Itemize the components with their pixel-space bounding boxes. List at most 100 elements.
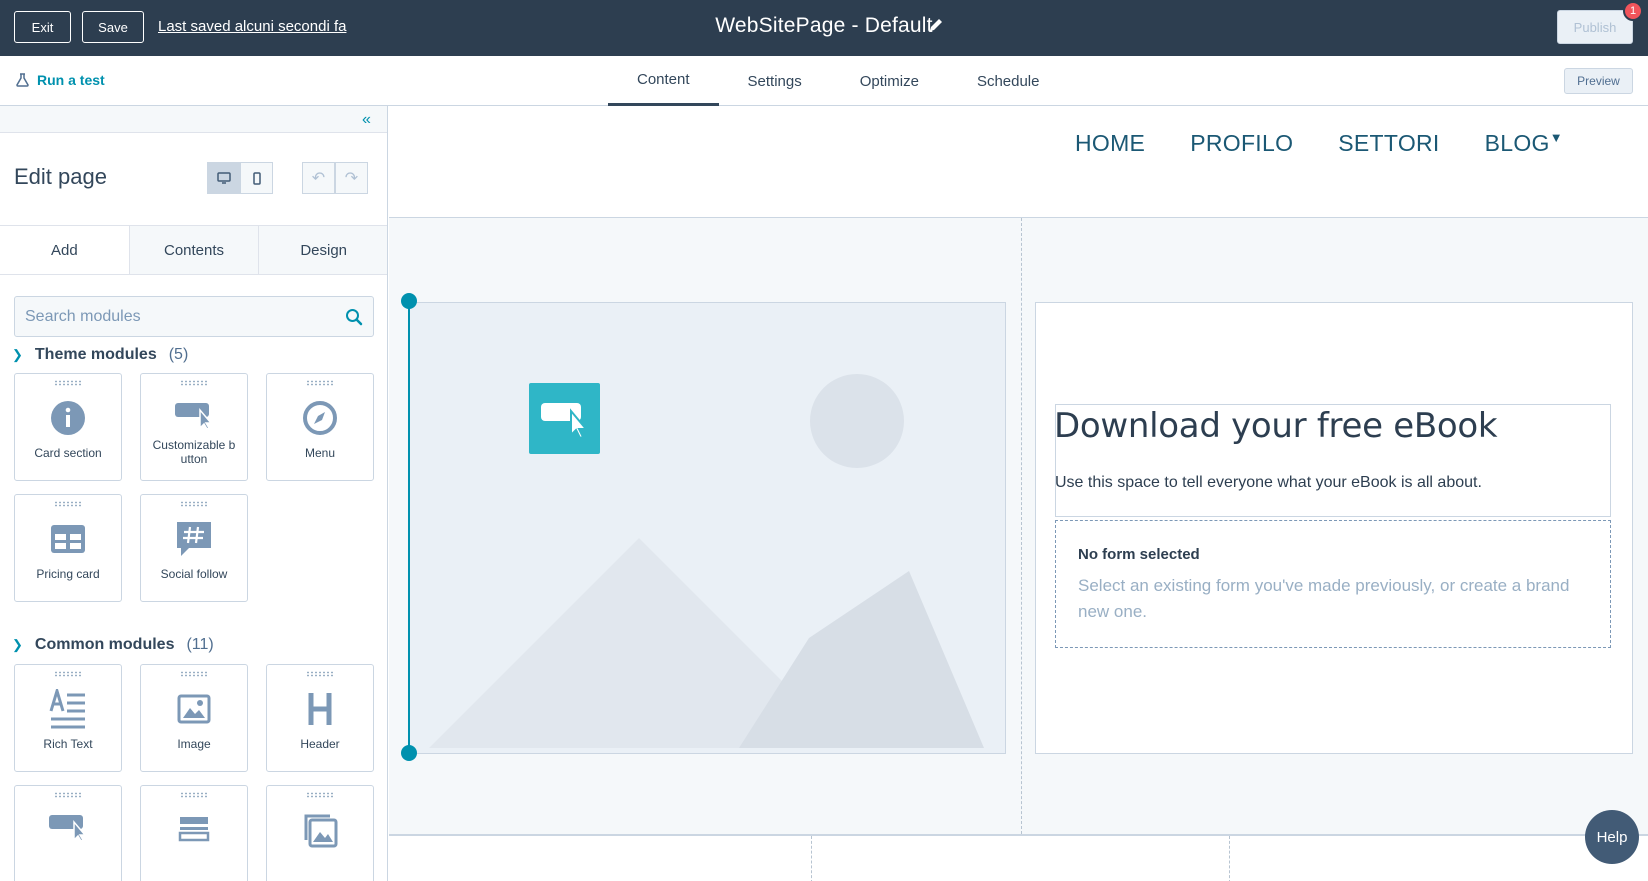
chevron-down-icon: ❯ xyxy=(12,347,23,362)
tab-schedule[interactable]: Schedule xyxy=(948,56,1069,106)
redo-button[interactable]: ↷ xyxy=(335,162,368,194)
nav-item-profilo[interactable]: PROFILO xyxy=(1190,130,1293,157)
help-button[interactable]: Help xyxy=(1585,810,1639,864)
run-test-link[interactable]: Run a test xyxy=(16,72,105,88)
tab-optimize[interactable]: Optimize xyxy=(831,56,948,106)
module-search xyxy=(14,296,374,337)
module-card-gallery[interactable] xyxy=(266,785,374,881)
module-card-social-follow[interactable]: Social follow xyxy=(140,494,248,602)
sidebar-collapse-bar: « xyxy=(0,106,387,133)
module-card-rich-text[interactable]: Rich Text xyxy=(14,664,122,772)
sidebar-title: Edit page xyxy=(14,164,107,189)
resize-handle-bottom[interactable] xyxy=(401,745,417,761)
nav-item-blog[interactable]: BLOG▼ xyxy=(1485,130,1563,157)
drag-grip-icon xyxy=(54,380,82,386)
pencil-icon[interactable] xyxy=(928,17,944,33)
module-card-form[interactable] xyxy=(140,785,248,881)
button-cursor-icon xyxy=(49,815,87,842)
tab-content[interactable]: Content xyxy=(608,56,719,106)
drag-grip-icon xyxy=(306,792,334,798)
module-label: Customizable b utton xyxy=(152,438,236,466)
image-placeholder-illustration xyxy=(409,303,1005,753)
device-toggle xyxy=(207,162,273,194)
section-count: (5) xyxy=(168,346,189,363)
drag-grip-icon xyxy=(306,671,334,677)
search-input[interactable] xyxy=(25,307,345,326)
site-nav: HOME PROFILO SETTORI BLOG▼ xyxy=(1075,130,1563,157)
page-title: WebSitePage - Default xyxy=(715,14,933,37)
module-label: Pricing card xyxy=(36,567,100,581)
nav-item-blog-label: BLOG xyxy=(1484,130,1550,156)
mobile-view-button[interactable] xyxy=(240,162,273,194)
form-empty-title: No form selected xyxy=(1078,546,1200,563)
flask-icon xyxy=(16,73,29,87)
module-card-card-section[interactable]: Card section xyxy=(14,373,122,481)
theme-modules-header[interactable]: ❯ Theme modules (5) xyxy=(12,346,188,364)
undo-button[interactable]: ↶ xyxy=(302,162,335,194)
nav-item-home[interactable]: HOME xyxy=(1075,130,1145,157)
nav-item-settori[interactable]: SETTORI xyxy=(1338,130,1439,157)
image-module-placeholder[interactable] xyxy=(408,302,1006,754)
compass-icon xyxy=(303,401,337,435)
chevron-down-icon: ❯ xyxy=(12,637,23,652)
preview-button[interactable]: Preview xyxy=(1564,68,1633,94)
header-icon xyxy=(308,693,332,725)
undo-redo-group: ↶ ↷ xyxy=(302,162,368,194)
resize-handle-top[interactable] xyxy=(401,293,417,309)
sidebar-tabs: Add Contents Design xyxy=(0,225,387,275)
module-card-button[interactable] xyxy=(14,785,122,881)
module-card-customizable-button[interactable]: Customizable b utton xyxy=(140,373,248,481)
module-card-image[interactable]: Image xyxy=(140,664,248,772)
rich-text-icon xyxy=(49,689,85,729)
column-divider xyxy=(811,836,812,881)
button-cursor-icon xyxy=(175,403,213,430)
pricing-table-icon xyxy=(51,525,85,553)
module-label: Rich Text xyxy=(43,737,93,751)
desktop-view-button[interactable] xyxy=(207,162,240,194)
desktop-icon xyxy=(216,172,231,184)
sidebar-tab-contents[interactable]: Contents xyxy=(128,226,259,274)
section-count: (11) xyxy=(186,636,214,653)
drag-grip-icon xyxy=(180,671,208,677)
drag-grip-icon xyxy=(180,380,208,386)
module-card-header[interactable]: Header xyxy=(266,664,374,772)
hashtag-bubble-icon xyxy=(177,522,211,556)
module-label: Card section xyxy=(34,446,102,460)
double-chevron-left-icon[interactable]: « xyxy=(362,111,371,129)
common-modules-header[interactable]: ❯ Common modules (11) xyxy=(12,636,214,654)
module-label: Menu xyxy=(304,446,336,460)
run-test-label: Run a test xyxy=(37,72,105,88)
ebook-heading: Download your free eBook xyxy=(1054,406,1498,446)
editor-tab-bar: Run a test Content Settings Optimize Sch… xyxy=(0,56,1648,106)
sidebar-tab-design[interactable]: Design xyxy=(258,226,387,274)
edit-sidebar: « Edit page ↶ ↷ Add Contents Design ❯ Th… xyxy=(0,106,388,881)
resize-handle-line[interactable] xyxy=(408,302,410,754)
top-bar: Exit Save Last saved alcuni secondi fa W… xyxy=(0,0,1648,56)
image-icon xyxy=(177,694,211,724)
editor-tabs: Content Settings Optimize Schedule xyxy=(608,56,1069,106)
module-card-pricing-card[interactable]: Pricing card xyxy=(14,494,122,602)
column-divider xyxy=(1229,836,1230,881)
site-header[interactable]: HOME PROFILO SETTORI BLOG▼ xyxy=(389,106,1648,218)
publish-button[interactable]: Publish xyxy=(1557,10,1633,44)
drag-grip-icon xyxy=(54,501,82,507)
module-label: Header xyxy=(300,737,340,751)
module-label: Image xyxy=(177,737,211,751)
tab-settings[interactable]: Settings xyxy=(719,56,831,106)
undo-icon: ↶ xyxy=(311,170,326,187)
module-card-menu[interactable]: Menu xyxy=(266,373,374,481)
search-icon[interactable] xyxy=(345,308,363,326)
page-canvas: HOME PROFILO SETTORI BLOG▼ Download your… xyxy=(389,106,1648,881)
info-circle-icon xyxy=(51,401,85,435)
dragged-button-module[interactable] xyxy=(529,383,600,454)
drag-grip-icon xyxy=(180,792,208,798)
module-label: Social follow xyxy=(160,567,228,581)
sidebar-tab-add[interactable]: Add xyxy=(0,226,129,274)
form-module[interactable]: No form selected Select an existing form… xyxy=(1055,520,1611,648)
next-section[interactable] xyxy=(389,834,1648,881)
drag-grip-icon xyxy=(54,671,82,677)
section-title: Common modules xyxy=(34,636,175,653)
drag-grip-icon xyxy=(180,501,208,507)
gallery-icon xyxy=(304,814,338,848)
drag-grip-icon xyxy=(54,792,82,798)
